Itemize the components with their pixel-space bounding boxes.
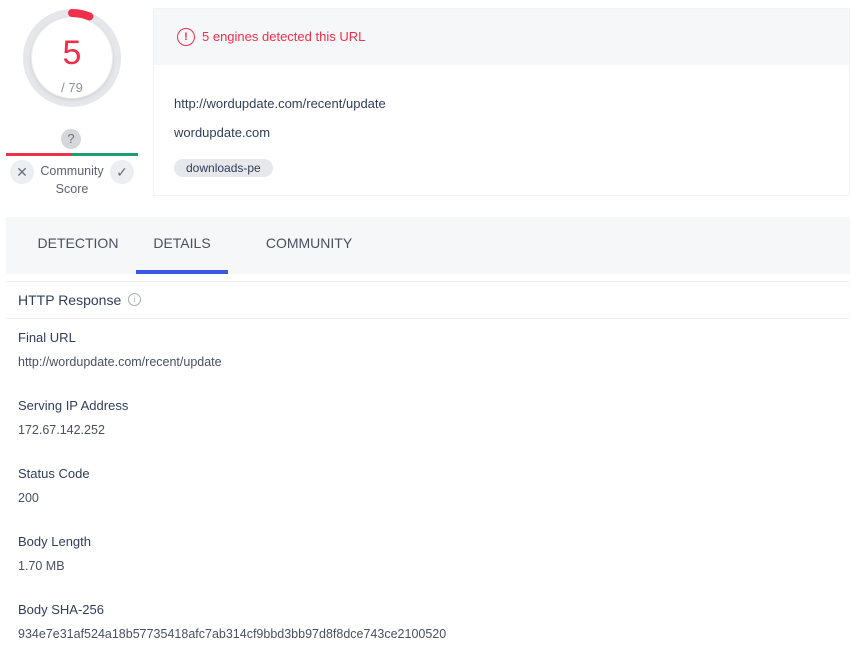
- final-url-value: http://wordupdate.com/recent/update: [18, 355, 222, 369]
- http-response-header: HTTP Response i: [6, 281, 850, 319]
- community-score-bar-negative: [6, 153, 72, 156]
- tab-detection[interactable]: DETECTION: [28, 217, 128, 274]
- body-sha256-label: Body SHA-256: [18, 602, 104, 617]
- detection-alert-text: 5 engines detected this URL: [202, 29, 366, 44]
- scanned-domain[interactable]: wordupdate.com: [174, 125, 270, 140]
- final-url-label: Final URL: [18, 330, 76, 345]
- info-icon[interactable]: i: [128, 293, 141, 306]
- section-title: HTTP Response: [18, 292, 122, 308]
- serving-ip-value[interactable]: 172.67.142.252: [18, 423, 105, 437]
- community-score-label-line1: Community: [40, 164, 104, 178]
- body-length-value: 1.70 MB: [18, 559, 65, 573]
- url-summary-card: ! 5 engines detected this URL http://wor…: [153, 8, 850, 196]
- score-center: 5 / 79: [32, 18, 112, 98]
- body-length-label: Body Length: [18, 534, 92, 549]
- scanned-url: http://wordupdate.com/recent/update: [174, 96, 386, 111]
- serving-ip-label: Serving IP Address: [18, 398, 129, 413]
- alert-circle-icon: !: [177, 28, 195, 46]
- status-code-value: 200: [18, 491, 39, 505]
- community-score-label-line2: Score: [55, 182, 89, 196]
- check-icon[interactable]: ✓: [110, 160, 134, 184]
- status-code-label: Status Code: [18, 466, 90, 481]
- tab-bar: DETECTION DETAILS COMMUNITY: [6, 217, 850, 274]
- community-score-label: Community Score: [36, 162, 108, 198]
- tab-community[interactable]: COMMUNITY: [258, 217, 360, 274]
- community-score-bar-positive: [72, 153, 138, 156]
- close-icon[interactable]: ✕: [10, 160, 34, 184]
- detected-count: 5: [62, 34, 82, 72]
- body-sha256-value[interactable]: 934e7e31af524a18b57735418afc7ab314cf9bbd…: [18, 627, 446, 641]
- detection-alert-bar: ! 5 engines detected this URL: [154, 9, 849, 65]
- category-tag[interactable]: downloads-pe: [174, 159, 273, 177]
- question-icon[interactable]: ?: [61, 129, 81, 149]
- community-score-bar: [6, 153, 138, 156]
- engines-total: / 79: [61, 80, 83, 95]
- detection-score-gauge: 5 / 79: [22, 8, 122, 108]
- tab-details[interactable]: DETAILS: [136, 217, 228, 274]
